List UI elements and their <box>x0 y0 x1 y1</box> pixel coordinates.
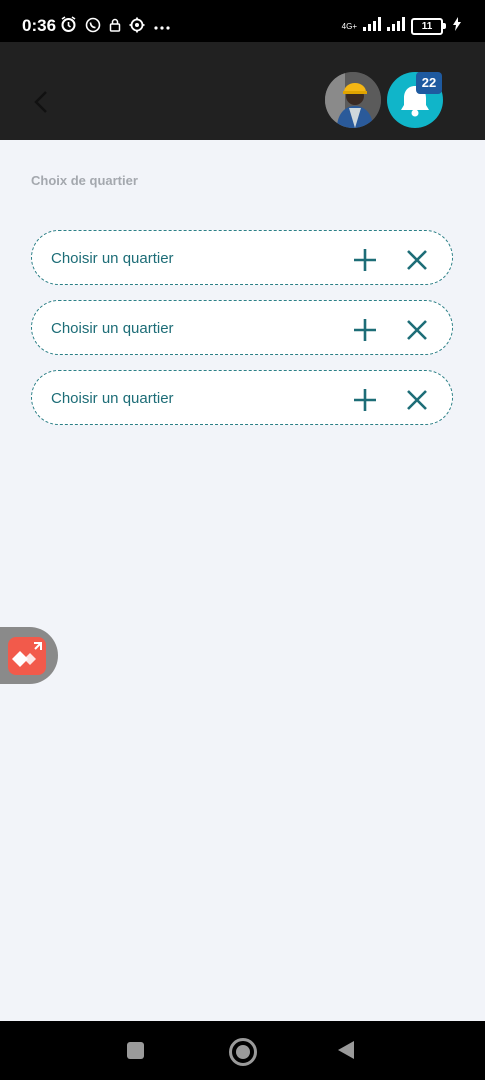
avatar[interactable] <box>325 72 381 128</box>
plus-icon <box>354 389 376 411</box>
neighborhood-select[interactable]: Choisir un quartier <box>51 320 174 337</box>
back-triangle-icon <box>338 1041 354 1059</box>
signal-icon <box>363 17 381 36</box>
avatar-photo <box>325 72 381 128</box>
status-bar: 0:36 4G+ 11 <box>0 0 485 42</box>
add-button[interactable] <box>353 318 377 342</box>
recent-apps-button[interactable] <box>127 1042 144 1059</box>
network-type-label: 4G+ <box>341 21 357 31</box>
plus-icon <box>354 319 376 341</box>
neighborhood-picker: Choisir un quartier <box>31 230 453 285</box>
settings-icon <box>129 17 145 38</box>
floating-app-shortcut[interactable] <box>0 627 58 684</box>
app-shortcut-icon <box>8 637 46 675</box>
neighborhood-picker: Choisir un quartier <box>31 370 453 425</box>
lock-icon <box>109 18 121 37</box>
neighborhood-select[interactable]: Choisir un quartier <box>51 390 174 407</box>
section-label: Choix de quartier <box>31 173 138 188</box>
neighborhood-picker: Choisir un quartier <box>31 300 453 355</box>
whatsapp-icon <box>85 17 101 38</box>
system-back-button[interactable] <box>337 1040 355 1060</box>
more-icon <box>153 18 171 36</box>
add-button[interactable] <box>353 248 377 272</box>
notification-count-badge: 22 <box>416 72 442 94</box>
alarm-icon <box>60 16 77 38</box>
plus-icon <box>354 249 376 271</box>
signal-icon-2 <box>387 17 405 36</box>
back-button[interactable] <box>28 88 56 116</box>
add-button[interactable] <box>353 388 377 412</box>
neighborhood-select[interactable]: Choisir un quartier <box>51 250 174 267</box>
remove-button[interactable] <box>407 390 427 410</box>
app-bar: 22 <box>0 42 485 140</box>
home-button[interactable] <box>229 1038 257 1066</box>
charging-icon <box>453 17 461 36</box>
close-icon <box>407 390 427 410</box>
status-icons-left <box>60 16 171 38</box>
battery-indicator: 11 <box>411 18 446 35</box>
status-icons-right: 4G+ 11 <box>342 17 461 36</box>
close-icon <box>407 250 427 270</box>
remove-button[interactable] <box>407 250 427 270</box>
status-time: 0:36 <box>22 16 57 35</box>
back-arrow-icon <box>34 91 47 113</box>
close-icon <box>407 320 427 340</box>
remove-button[interactable] <box>407 320 427 340</box>
system-nav-bar <box>0 1021 485 1080</box>
